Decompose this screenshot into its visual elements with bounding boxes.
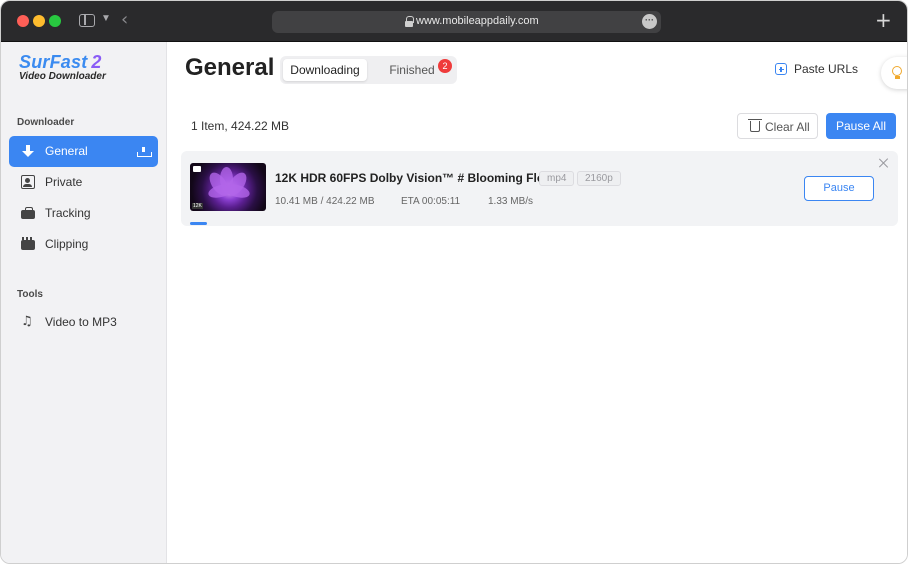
sidebar-item-general[interactable]: General bbox=[9, 136, 158, 167]
tab-downloading[interactable]: Downloading bbox=[283, 59, 367, 81]
tab-bar: Downloading Finished bbox=[280, 56, 457, 84]
paste-urls-button[interactable]: Paste URLs bbox=[775, 61, 858, 77]
download-eta: ETA 00:05:11 bbox=[401, 196, 461, 207]
format-chip: mp4 bbox=[539, 171, 575, 186]
zoom-window-button[interactable] bbox=[49, 15, 61, 27]
sidebar-item-tracking[interactable]: Tracking bbox=[9, 198, 158, 229]
main-panel: General Downloading Finished 2 Paste URL… bbox=[167, 42, 907, 563]
lightbulb-icon bbox=[892, 66, 902, 79]
new-tab-icon[interactable]: + bbox=[875, 8, 892, 32]
sidebar-item-label: General bbox=[45, 144, 88, 158]
resolution-tag-icon: 12K bbox=[192, 203, 203, 209]
close-icon[interactable] bbox=[878, 157, 890, 169]
private-icon bbox=[21, 175, 35, 189]
sidebar-item-label: Video to MP3 bbox=[45, 315, 117, 329]
back-arrow-icon[interactable]: ‹ bbox=[121, 9, 128, 30]
sidebar: SurFast 2 Video Downloader Downloader Gen… bbox=[1, 42, 167, 563]
logo-wordmark: SurFast 2 bbox=[19, 52, 106, 73]
download-size-progress: 10.41 MB / 424.22 MB bbox=[275, 196, 375, 207]
logo-subtitle: Video Downloader bbox=[19, 71, 106, 82]
section-title-tools: Tools bbox=[17, 289, 43, 300]
app-window: ▼ ‹ www.mobileappdaily.com ··· + SurFast… bbox=[0, 0, 908, 564]
section-title-downloader: Downloader bbox=[17, 117, 75, 128]
clipping-icon bbox=[21, 237, 35, 251]
download-speed: 1.33 MB/s bbox=[488, 196, 534, 207]
pause-button[interactable]: Pause bbox=[804, 176, 874, 201]
page-title: General bbox=[185, 54, 275, 81]
sidebar-item-private[interactable]: Private bbox=[9, 167, 158, 198]
address-bar[interactable]: www.mobileappdaily.com ··· bbox=[272, 11, 661, 33]
browser-titlebar: ▼ ‹ www.mobileappdaily.com ··· + bbox=[1, 1, 907, 42]
video-thumbnail: 12K bbox=[190, 163, 266, 211]
sidebar-item-label: Clipping bbox=[45, 237, 89, 251]
download-icon bbox=[21, 144, 35, 158]
clear-all-label: Clear All bbox=[765, 120, 810, 134]
logo-name: SurFast bbox=[19, 52, 88, 72]
logo-version: 2 bbox=[91, 52, 102, 72]
sidebar-item-label: Tracking bbox=[45, 206, 91, 220]
sidebar-item-label: Private bbox=[45, 175, 83, 189]
progress-bar bbox=[190, 222, 890, 225]
more-options-icon[interactable]: ··· bbox=[642, 14, 657, 29]
lock-icon bbox=[405, 16, 414, 27]
pause-all-button[interactable]: Pause All bbox=[826, 113, 896, 139]
chevron-down-icon[interactable]: ▼ bbox=[101, 13, 111, 24]
sidebar-item-clipping[interactable]: Clipping bbox=[9, 229, 158, 260]
paste-urls-label: Paste URLs bbox=[794, 62, 859, 76]
download-summary: 1 Item, 424.22 MB bbox=[191, 119, 290, 133]
trash-icon bbox=[748, 119, 762, 132]
tips-button[interactable] bbox=[881, 57, 907, 89]
sidebar-toggle-icon[interactable] bbox=[79, 14, 95, 27]
sidebar-item-video-to-mp3[interactable]: ♫ Video to MP3 bbox=[9, 307, 158, 338]
plus-square-icon bbox=[775, 63, 787, 75]
tracking-icon bbox=[21, 206, 35, 220]
close-window-button[interactable] bbox=[17, 15, 29, 27]
tray-download-icon bbox=[137, 147, 152, 157]
finished-count-badge: 2 bbox=[438, 59, 452, 73]
resolution-chip: 2160p bbox=[577, 171, 621, 186]
music-note-icon: ♫ bbox=[21, 314, 33, 329]
download-item: 12K 12K HDR 60FPS Dolby Vision™ # Bloomi… bbox=[181, 151, 898, 226]
url-text: www.mobileappdaily.com bbox=[416, 15, 539, 27]
progress-bar-fill bbox=[190, 222, 207, 225]
download-title: 12K HDR 60FPS Dolby Vision™ # Blooming F… bbox=[275, 171, 564, 185]
clear-all-button[interactable]: Clear All bbox=[737, 113, 818, 139]
app-logo: SurFast 2 Video Downloader bbox=[19, 52, 106, 82]
minimize-window-button[interactable] bbox=[33, 15, 45, 27]
dolby-logo-icon bbox=[193, 166, 201, 172]
